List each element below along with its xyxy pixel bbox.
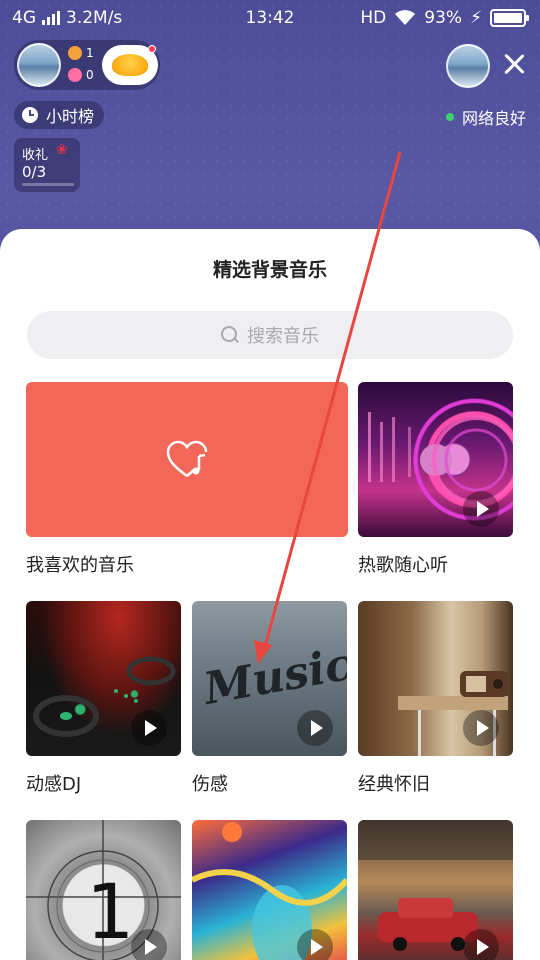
annotation-arrow bbox=[254, 151, 402, 664]
